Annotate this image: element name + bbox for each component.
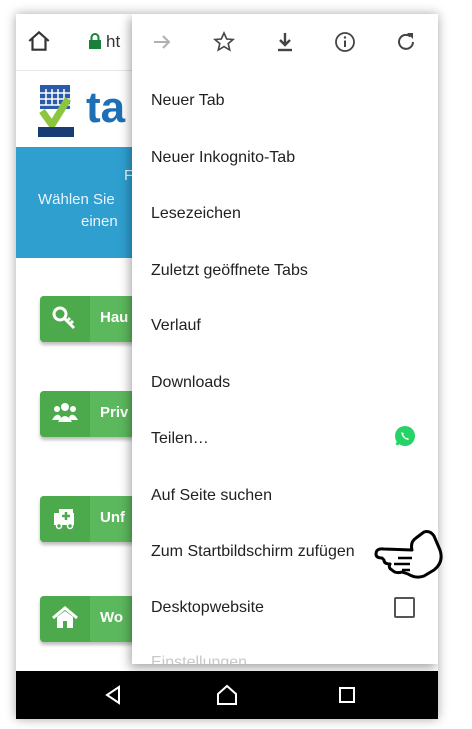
menu-toolbar	[132, 14, 438, 70]
whatsapp-icon	[395, 426, 415, 446]
forward-icon[interactable]	[150, 30, 174, 54]
menu-item-history[interactable]: Verlauf	[151, 317, 201, 335]
menu-item-settings[interactable]: Einstellungen	[151, 654, 247, 664]
android-nav-bar	[16, 671, 438, 719]
lock-icon	[89, 33, 101, 49]
menu-item-recent-tabs[interactable]: Zuletzt geöffnete Tabs	[151, 262, 308, 280]
back-icon[interactable]	[100, 682, 126, 708]
button-label: Priv	[100, 404, 129, 421]
ambulance-icon	[54, 509, 74, 530]
button-label: Unf	[100, 509, 125, 526]
star-icon[interactable]	[212, 30, 236, 54]
url-text[interactable]: ht	[106, 32, 120, 52]
menu-item-find-in-page[interactable]: Auf Seite suchen	[151, 487, 272, 505]
home-icon[interactable]	[26, 28, 52, 54]
home-icon[interactable]	[214, 682, 240, 708]
menu-item-downloads[interactable]: Downloads	[151, 374, 230, 392]
menu-item-desktop-site[interactable]: Desktopwebsite	[151, 599, 264, 617]
info-icon[interactable]	[333, 30, 357, 54]
recents-icon[interactable]	[334, 682, 360, 708]
menu-item-add-to-home-screen[interactable]: Zum Startbildschirm zufügen	[151, 543, 355, 561]
house-icon	[52, 606, 78, 628]
button-label: Wo	[100, 609, 124, 626]
pointing-hand-icon	[374, 530, 443, 579]
button-label: Hau	[100, 309, 129, 326]
menu-item-share[interactable]: Teilen…	[151, 430, 209, 448]
key-icon	[52, 306, 76, 330]
people-icon	[52, 403, 78, 422]
menu-item-incognito-tab[interactable]: Neuer Inkognito-Tab	[151, 149, 295, 167]
download-icon[interactable]	[273, 30, 297, 54]
desktop-site-checkbox[interactable]	[394, 597, 415, 618]
banner-line-2: Wählen Sie	[38, 191, 115, 208]
phone-screen: ht ta F Wählen Sie einen Hau Priv Unf Wo…	[16, 14, 438, 719]
menu-item-new-tab[interactable]: Neuer Tab	[151, 92, 225, 110]
reload-icon[interactable]	[394, 30, 418, 54]
banner-line-3: einen	[81, 213, 118, 230]
logo-text: ta	[86, 83, 126, 132]
menu-item-bookmarks[interactable]: Lesezeichen	[151, 205, 241, 223]
